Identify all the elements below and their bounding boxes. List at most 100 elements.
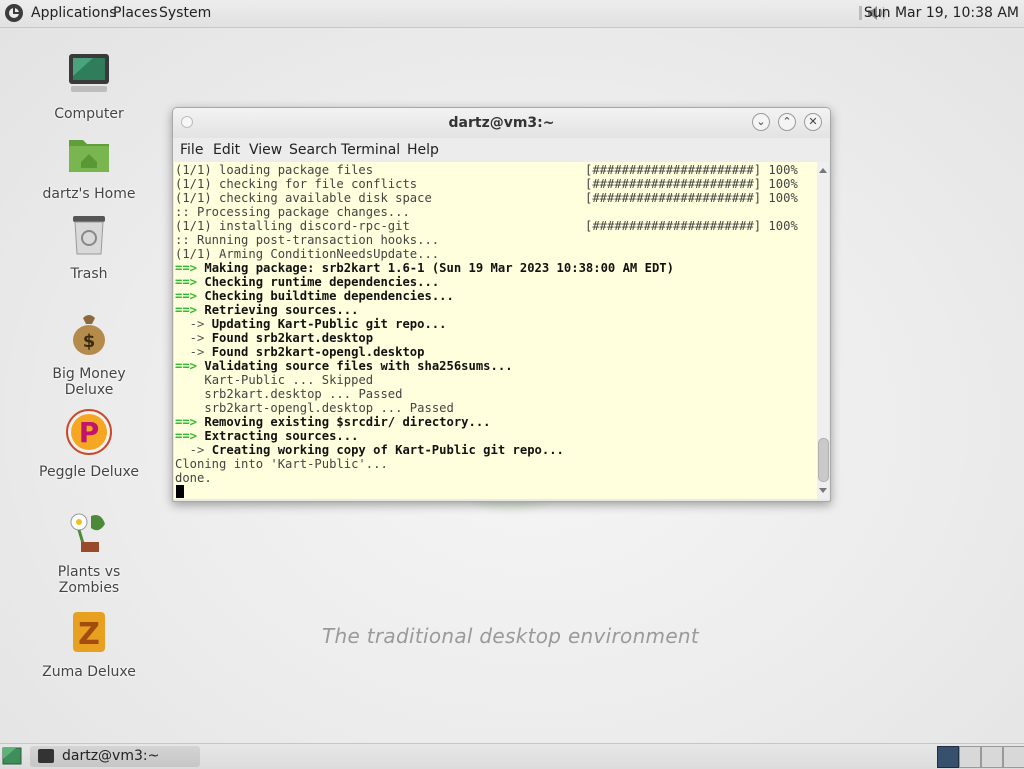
line-prefix: ->	[175, 345, 212, 359]
line-prefix	[175, 401, 204, 415]
line-text: done.	[175, 471, 212, 485]
svg-text:Z: Z	[78, 617, 100, 652]
system-menu[interactable]: System	[159, 5, 211, 21]
line-text: Found srb2kart-opengl.desktop	[211, 345, 425, 359]
line-text: Validating source files with sha256sums.…	[204, 359, 513, 373]
line-text: Removing existing $srcdir/ directory...	[204, 415, 491, 429]
desktop-icon-peggle[interactable]: P Peggle Deluxe	[34, 408, 144, 480]
line-text: srb2kart.desktop ... Passed	[204, 387, 403, 401]
show-desktop-icon[interactable]	[2, 747, 22, 765]
progress-bar-text: [######################] 100%	[585, 219, 798, 233]
terminal-line: ==> Removing existing $srcdir/ directory…	[175, 415, 674, 429]
close-button[interactable]: ✕	[804, 113, 822, 131]
title-bar[interactable]: dartz@vm3:~ ⌄ ⌃ ✕	[173, 108, 830, 138]
line-text: (1/1) Arming ConditionNeedsUpdate...	[175, 247, 440, 261]
desktop-icon-label: Big Money Deluxe	[52, 366, 126, 398]
terminal-line: (1/1) checking available disk space [####…	[175, 191, 798, 205]
desktop-icon-label: Computer	[54, 106, 124, 122]
terminal-line: ==> Checking runtime dependencies...	[175, 275, 674, 289]
terminal-line: Cloning into 'Kart-Public'...	[175, 457, 674, 471]
svg-text:P: P	[79, 416, 100, 449]
line-text: Updating Kart-Public git repo...	[211, 317, 447, 331]
trash-icon	[73, 216, 105, 255]
line-prefix: ==>	[175, 275, 205, 289]
scroll-down-icon[interactable]	[819, 488, 827, 493]
line-text: Kart-Public ... Skipped	[204, 373, 374, 387]
line-prefix: ->	[175, 443, 212, 457]
places-menu[interactable]: Places	[113, 5, 158, 21]
scroll-up-icon[interactable]	[819, 168, 827, 173]
line-text: (1/1) checking available disk space	[175, 191, 432, 205]
minimize-button[interactable]: ⌄	[752, 113, 770, 131]
line-text: Making package: srb2kart 1.6-1 (Sun 19 M…	[204, 261, 674, 275]
workspace-2[interactable]	[959, 746, 981, 768]
line-text: (1/1) loading package files	[175, 163, 374, 177]
line-prefix	[175, 373, 204, 387]
desktop-icon-label: Peggle Deluxe	[39, 464, 139, 480]
terminal-line: :: Running post-transaction hooks...	[175, 233, 674, 247]
desktop-icon-label: Trash	[70, 266, 108, 282]
text-cursor	[176, 485, 184, 498]
terminal-scrollbar[interactable]	[817, 162, 829, 499]
mate-logo-icon[interactable]	[4, 3, 24, 23]
terminal-line: ==> Validating source files with sha256s…	[175, 359, 674, 373]
workspace-3[interactable]	[981, 746, 1003, 768]
terminal-line: :: Processing package changes...	[175, 205, 674, 219]
window-title: dartz@vm3:~	[448, 115, 555, 131]
menu-file[interactable]: File	[180, 142, 203, 158]
line-prefix: ==>	[175, 359, 205, 373]
line-prefix: ==>	[175, 429, 205, 443]
computer-icon	[69, 54, 109, 92]
terminal-window[interactable]: dartz@vm3:~ ⌄ ⌃ ✕ File Edit View Search …	[172, 107, 831, 502]
terminal-line: ==> Checking buildtime dependencies...	[175, 289, 674, 303]
clock[interactable]: Sun Mar 19, 10:38 AM	[864, 5, 1019, 21]
terminal-line: -> Found srb2kart.desktop	[175, 331, 674, 345]
terminal-line: done.	[175, 471, 674, 485]
workspace-4[interactable]	[1003, 746, 1024, 768]
scrollbar-thumb[interactable]	[818, 438, 829, 482]
line-text: srb2kart-opengl.desktop ... Passed	[204, 401, 454, 415]
desktop-icon-zuma[interactable]: Z Zuma Deluxe	[34, 608, 144, 680]
line-text: Checking buildtime dependencies...	[204, 289, 454, 303]
desktop-icon-label: dartz's Home	[42, 186, 136, 202]
desktop-watermark: The traditional desktop environment	[322, 624, 700, 648]
desktop-icon-trash[interactable]: Trash	[34, 210, 144, 282]
terminal-line: ==> Retrieving sources...	[175, 303, 674, 317]
applications-menu[interactable]: Applications	[31, 5, 117, 21]
terminal-line: srb2kart-opengl.desktop ... Passed	[175, 401, 674, 415]
svg-text:$: $	[83, 331, 96, 352]
terminal-line: Kart-Public ... Skipped	[175, 373, 674, 387]
menu-view[interactable]: View	[249, 142, 282, 158]
line-text: Creating working copy of Kart-Public git…	[211, 443, 564, 457]
desktop-icon-label: Plants vs Zombies	[57, 564, 121, 596]
terminal-line: -> Creating working copy of Kart-Public …	[175, 443, 674, 457]
line-prefix: ==>	[175, 415, 205, 429]
menu-help[interactable]: Help	[407, 142, 439, 158]
terminal-line: (1/1) checking for file conflicts [######…	[175, 177, 798, 191]
money-bag-icon: $	[73, 315, 105, 355]
line-text: Checking runtime dependencies...	[204, 275, 440, 289]
home-folder-icon	[69, 140, 109, 172]
menu-terminal[interactable]: Terminal	[341, 142, 400, 158]
menu-edit[interactable]: Edit	[213, 142, 240, 158]
desktop-icon-big-money[interactable]: $ Big Money Deluxe	[34, 310, 144, 398]
progress-bar-text: [######################] 100%	[585, 191, 798, 205]
workspace-1[interactable]	[937, 746, 959, 768]
maximize-button[interactable]: ⌃	[778, 113, 796, 131]
zuma-icon: Z	[73, 612, 105, 652]
line-prefix: ->	[175, 331, 212, 345]
line-text: Cloning into 'Kart-Public'...	[175, 457, 388, 471]
menu-search[interactable]: Search	[289, 142, 337, 158]
terminal-line: (1/1) installing discord-rpc-git [#######…	[175, 219, 798, 233]
desktop-icon-label: Zuma Deluxe	[42, 664, 136, 680]
terminal-output[interactable]: (1/1) loading package files [############…	[174, 162, 817, 499]
taskbar-terminal-button[interactable]: dartz@vm3:~	[30, 746, 200, 767]
line-text: :: Running post-transaction hooks...	[175, 233, 440, 247]
line-text: (1/1) installing discord-rpc-git	[175, 219, 410, 233]
desktop-icon-computer[interactable]: Computer	[34, 50, 144, 122]
desktop-icon-home[interactable]: dartz's Home	[34, 130, 144, 202]
terminal-line: ==> Making package: srb2kart 1.6-1 (Sun …	[175, 261, 674, 275]
desktop-icon-pvz[interactable]: Plants vs Zombies	[34, 508, 144, 596]
line-prefix: ==>	[175, 303, 205, 317]
line-prefix: ==>	[175, 261, 205, 275]
